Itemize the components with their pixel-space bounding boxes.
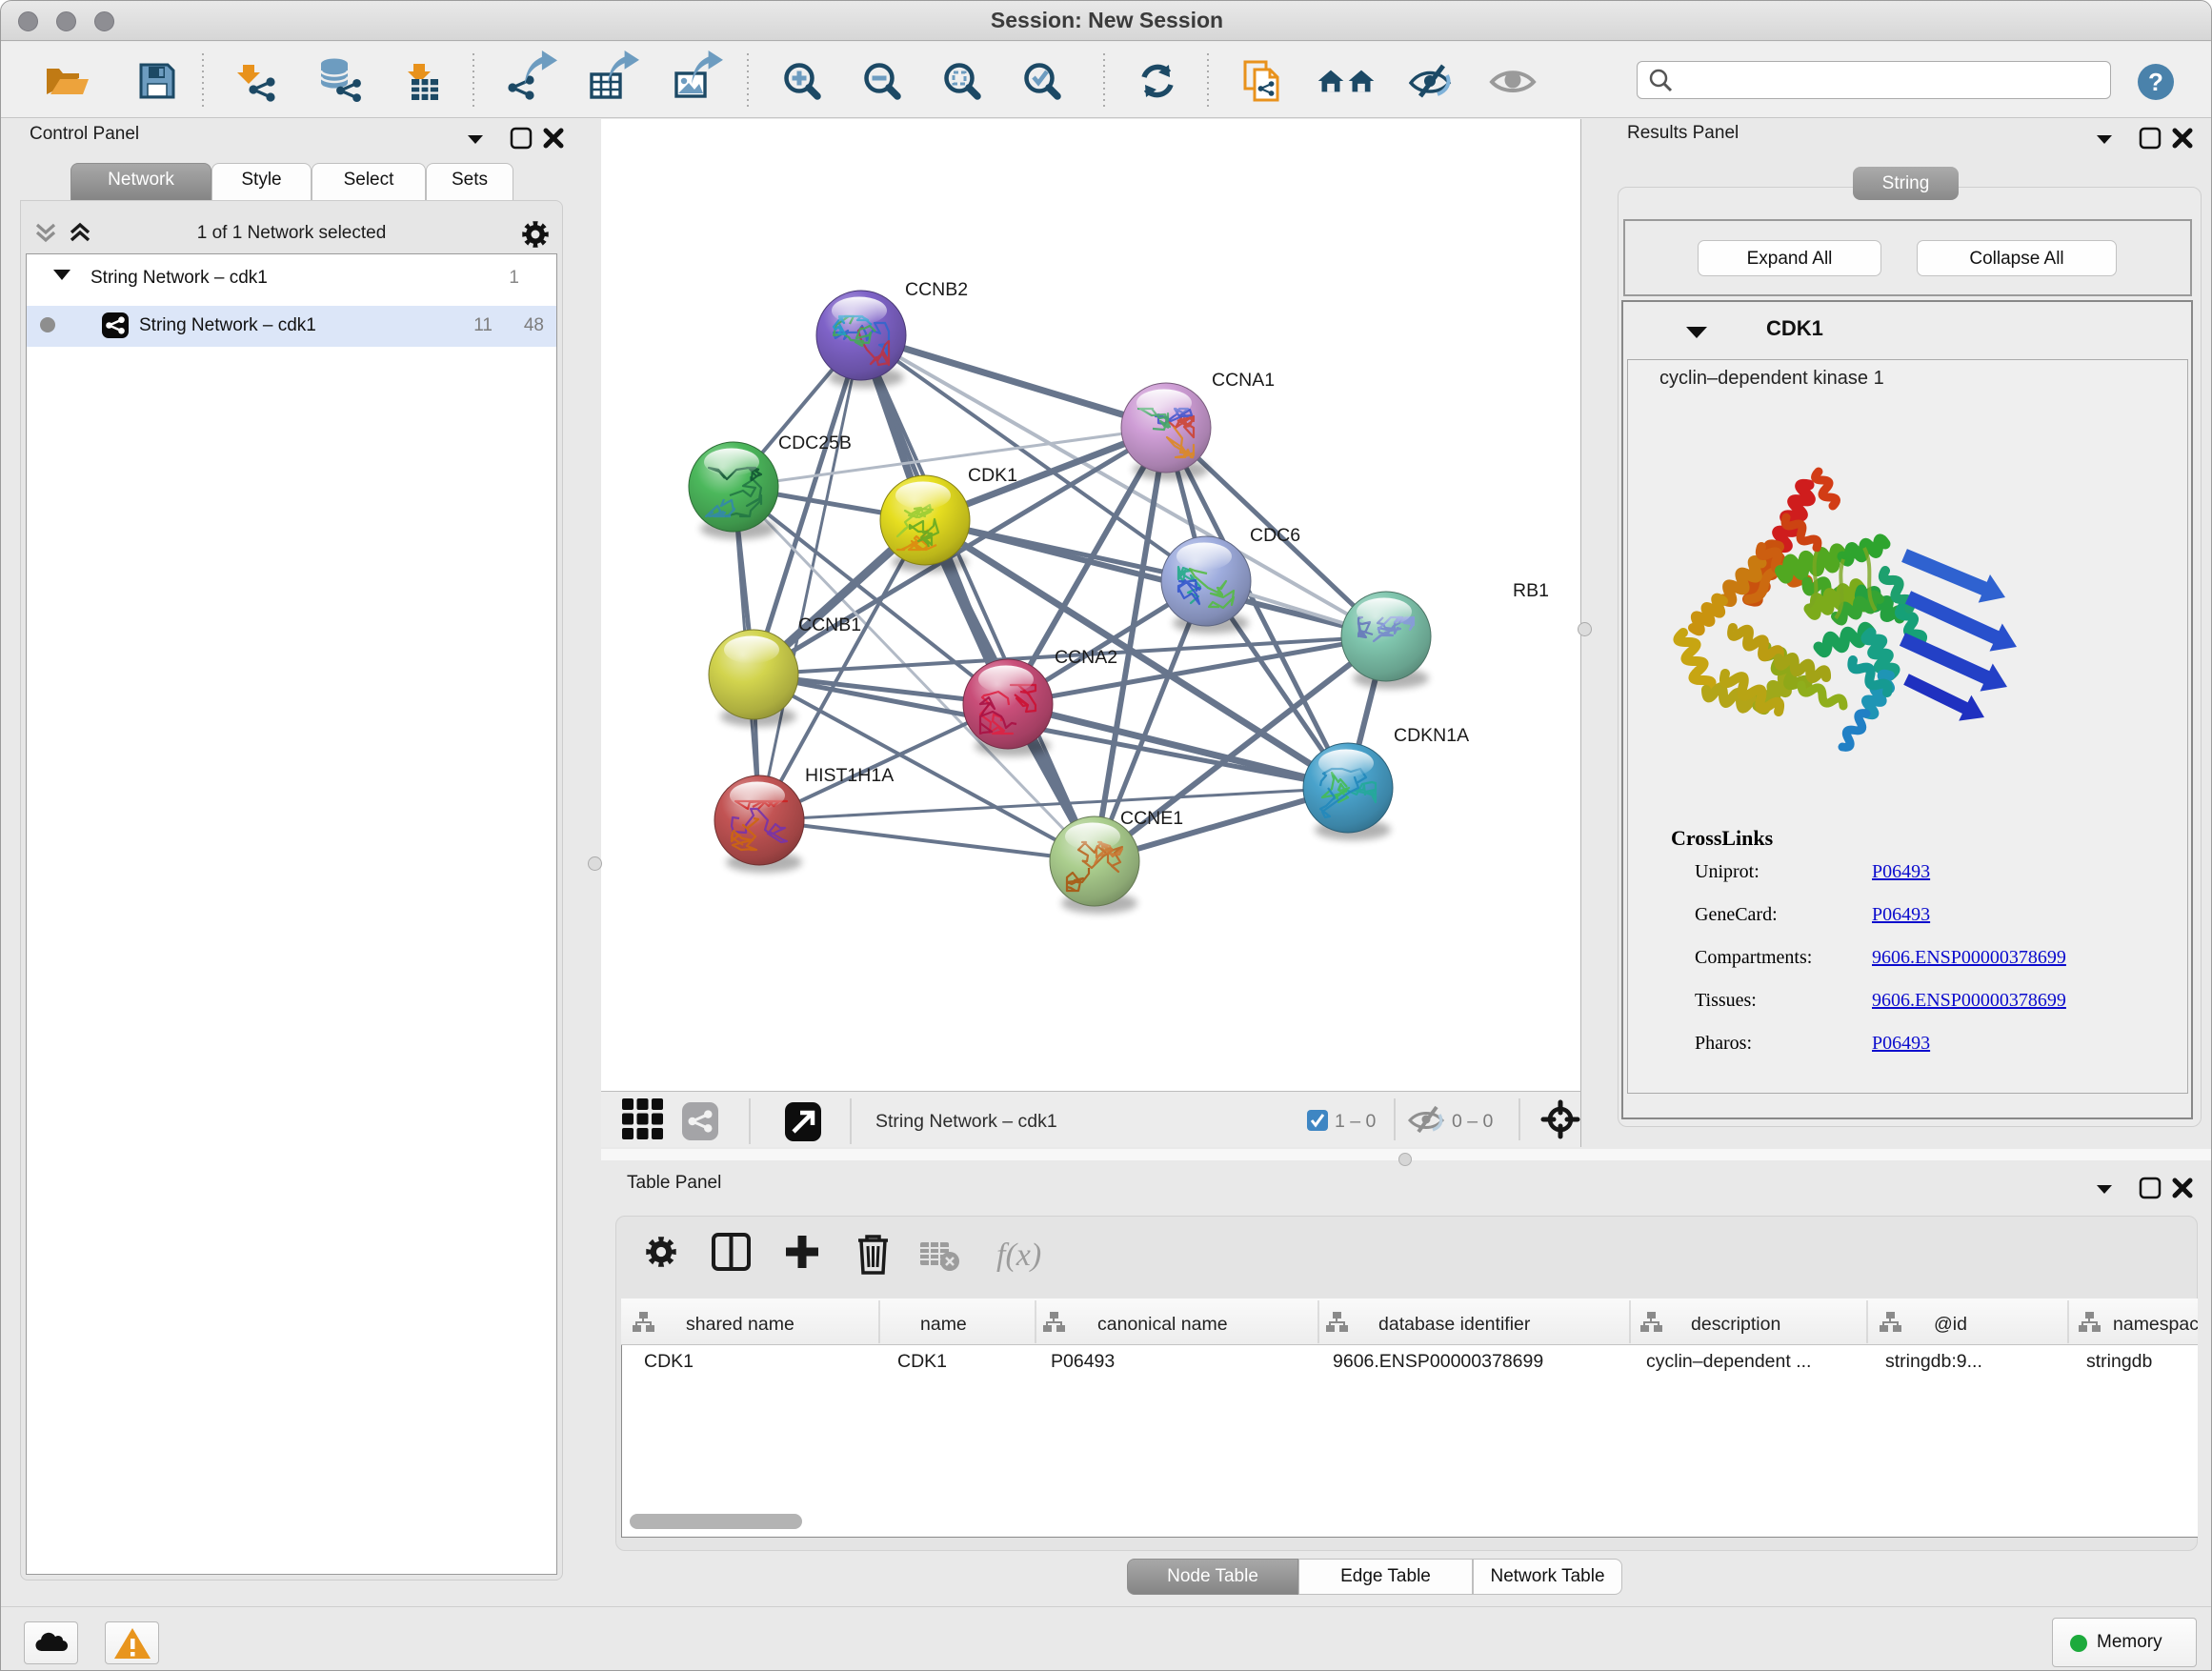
svg-text:CCNA1: CCNA1 [1212,370,1275,391]
svg-text:1 – 0: 1 – 0 [1335,1111,1377,1132]
svg-text:CDK1: CDK1 [968,465,1017,486]
svg-text:CCNA2: CCNA2 [1055,647,1117,668]
svg-text:stringdb:9...: stringdb:9... [1885,1351,1982,1372]
svg-text:shared name: shared name [686,1314,794,1335]
svg-text:CDC6: CDC6 [1250,525,1300,546]
svg-text:cyclin–dependent ...: cyclin–dependent ... [1646,1351,1811,1372]
svg-text:CCNE1: CCNE1 [1120,808,1183,829]
svg-text:CDKN1A: CDKN1A [1394,725,1469,746]
svg-text:HIST1H1A: HIST1H1A [805,765,894,786]
svg-text:database identifier: database identifier [1378,1314,1531,1335]
svg-text:String Network – cdk1: String Network – cdk1 [875,1111,1057,1132]
svg-text:name: name [920,1314,967,1335]
svg-text:f(x): f(x) [996,1238,1041,1273]
svg-text:canonical name: canonical name [1097,1314,1228,1335]
svg-text:CDC25B: CDC25B [778,433,852,453]
svg-text:namespac: namespac [2113,1314,2198,1335]
svg-text:CCNB2: CCNB2 [905,279,968,300]
svg-text:9606.ENSP00000378699: 9606.ENSP00000378699 [1333,1351,1543,1372]
svg-text:description: description [1691,1314,1780,1335]
svg-text:0 – 0: 0 – 0 [1452,1111,1494,1132]
svg-text:CCNB1: CCNB1 [798,614,861,635]
svg-text:P06493: P06493 [1051,1351,1115,1372]
svg-text:@id: @id [1934,1314,1967,1335]
svg-text:RB1: RB1 [1513,580,1549,601]
svg-text:stringdb: stringdb [2086,1351,2153,1372]
svg-text:CDK1: CDK1 [897,1351,947,1372]
svg-text:CDK1: CDK1 [644,1351,694,1372]
